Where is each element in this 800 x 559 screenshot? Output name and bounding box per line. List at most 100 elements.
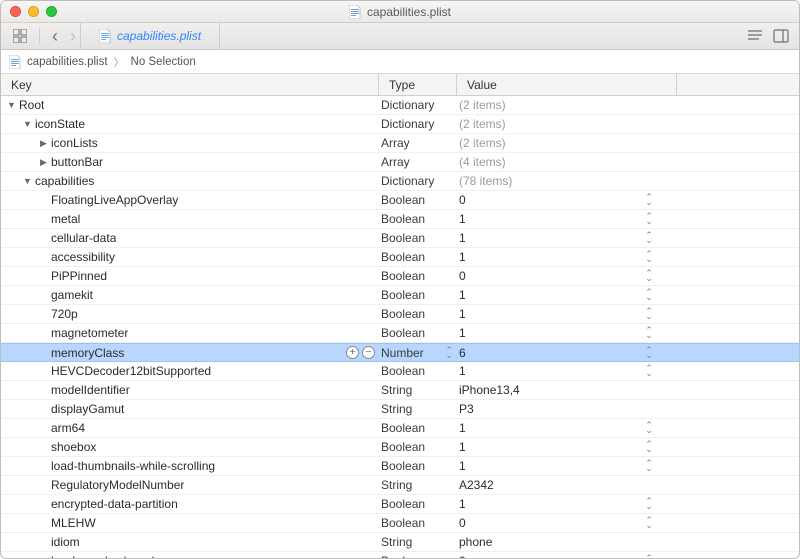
table-row[interactable]: idiomString⌃⌄phone xyxy=(1,533,799,552)
table-row[interactable]: cellular-dataBoolean⌃⌄1⌃⌄ xyxy=(1,229,799,248)
type-text: Boolean xyxy=(381,364,425,378)
value-stepper[interactable]: ⌃⌄ xyxy=(644,366,654,376)
table-row[interactable]: PiPPinnedBoolean⌃⌄0⌃⌄ xyxy=(1,267,799,286)
column-header-extra[interactable] xyxy=(677,74,799,95)
value-stepper[interactable]: ⌃⌄ xyxy=(644,252,654,262)
key-text: idiom xyxy=(51,535,80,549)
table-row[interactable]: displayGamutString⌃⌄P3 xyxy=(1,400,799,419)
table-row[interactable]: memoryClass+−Number⌃⌄6⌃⌄ xyxy=(1,343,799,362)
value-stepper[interactable]: ⌃⌄ xyxy=(644,214,654,224)
value-text: 1 xyxy=(459,212,466,226)
value-stepper[interactable]: ⌃⌄ xyxy=(644,328,654,338)
value-text: phone xyxy=(459,535,492,549)
value-text: 1 xyxy=(459,307,466,321)
value-stepper[interactable]: ⌃⌄ xyxy=(644,518,654,528)
type-text: Array xyxy=(381,136,410,150)
table-row[interactable]: ▶iconListsArray⌃⌄(2 items) xyxy=(1,134,799,153)
zoom-icon[interactable] xyxy=(46,6,57,17)
key-text: FloatingLiveAppOverlay xyxy=(51,193,178,207)
value-stepper[interactable]: ⌃⌄ xyxy=(644,423,654,433)
table-row[interactable]: modelIdentifierString⌃⌄iPhone13,4 xyxy=(1,381,799,400)
key-text: HEVCDecoder12bitSupported xyxy=(51,364,211,378)
key-text: modelIdentifier xyxy=(51,383,130,397)
stepper-down-icon: ⌄ xyxy=(645,257,653,262)
table-row[interactable]: gamekitBoolean⌃⌄1⌃⌄ xyxy=(1,286,799,305)
table-row[interactable]: shoeboxBoolean⌃⌄1⌃⌄ xyxy=(1,438,799,457)
value-stepper[interactable]: ⌃⌄ xyxy=(644,309,654,319)
stepper-down-icon: ⌄ xyxy=(645,371,653,376)
jump-bar-file[interactable]: capabilities.plist xyxy=(27,56,108,68)
type-text: Boolean xyxy=(381,326,425,340)
stepper-down-icon: ⌄ xyxy=(645,523,653,528)
table-row[interactable]: ▼RootDictionary⌃⌄(2 items) xyxy=(1,96,799,115)
value-text: (78 items) xyxy=(459,174,512,188)
value-stepper[interactable]: ⌃⌄ xyxy=(644,499,654,509)
forward-button[interactable]: › xyxy=(66,26,80,47)
adjust-editor-button[interactable] xyxy=(773,28,789,44)
key-text: memoryClass xyxy=(51,346,124,360)
key-text: displayGamut xyxy=(51,402,124,416)
table-row[interactable]: RegulatoryModelNumberString⌃⌄A2342 xyxy=(1,476,799,495)
type-popup-icon[interactable]: ⌃⌄ xyxy=(445,348,453,358)
type-text: String xyxy=(381,535,412,549)
value-stepper[interactable]: ⌃⌄ xyxy=(644,271,654,281)
table-row[interactable]: MLEHWBoolean⌃⌄0⌃⌄ xyxy=(1,514,799,533)
table-row[interactable]: ▶buttonBarArray⌃⌄(4 items) xyxy=(1,153,799,172)
value-text: 1 xyxy=(459,364,466,378)
value-text: 1 xyxy=(459,326,466,340)
key-text: cellular-data xyxy=(51,231,116,245)
column-header-key[interactable]: Key xyxy=(1,74,379,95)
xcode-plist-window: capabilities.plist ‹ › capabilities.plis… xyxy=(0,0,800,559)
column-header-type[interactable]: Type xyxy=(379,74,457,95)
table-row[interactable]: ▼capabilitiesDictionary⌃⌄(78 items) xyxy=(1,172,799,191)
type-text: String xyxy=(381,402,412,416)
related-items-button[interactable] xyxy=(9,29,31,43)
key-text: iconLists xyxy=(51,136,98,150)
column-header-value[interactable]: Value xyxy=(457,74,677,95)
stepper-down-icon: ⌄ xyxy=(645,314,653,319)
type-text: Boolean xyxy=(381,516,425,530)
table-row[interactable]: hardware-keyboardBoolean⌃⌄0⌃⌄ xyxy=(1,552,799,558)
disclosure-down-icon[interactable]: ▼ xyxy=(23,119,32,129)
table-row[interactable]: magnetometerBoolean⌃⌄1⌃⌄ xyxy=(1,324,799,343)
stepper-down-icon: ⌄ xyxy=(645,219,653,224)
value-text: (2 items) xyxy=(459,98,506,112)
value-text: 1 xyxy=(459,497,466,511)
plist-outline[interactable]: ▼RootDictionary⌃⌄(2 items)▼iconStateDict… xyxy=(1,96,799,558)
table-row[interactable]: 720pBoolean⌃⌄1⌃⌄ xyxy=(1,305,799,324)
value-stepper[interactable]: ⌃⌄ xyxy=(644,556,654,558)
table-row[interactable]: accessibilityBoolean⌃⌄1⌃⌄ xyxy=(1,248,799,267)
value-text: 1 xyxy=(459,421,466,435)
table-row[interactable]: FloatingLiveAppOverlayBoolean⌃⌄0⌃⌄ xyxy=(1,191,799,210)
value-stepper[interactable]: ⌃⌄ xyxy=(644,442,654,452)
table-row[interactable]: load-thumbnails-while-scrollingBoolean⌃⌄… xyxy=(1,457,799,476)
editor-options-button[interactable] xyxy=(747,28,763,44)
back-button[interactable]: ‹ xyxy=(48,26,62,47)
disclosure-down-icon[interactable]: ▼ xyxy=(23,176,32,186)
table-row[interactable]: encrypted-data-partitionBoolean⌃⌄1⌃⌄ xyxy=(1,495,799,514)
disclosure-down-icon[interactable]: ▼ xyxy=(7,100,16,110)
disclosure-right-icon[interactable]: ▶ xyxy=(39,157,48,168)
table-row[interactable]: ▼iconStateDictionary⌃⌄(2 items) xyxy=(1,115,799,134)
key-text: RegulatoryModelNumber xyxy=(51,478,184,492)
jump-bar-selection[interactable]: No Selection xyxy=(131,56,196,68)
value-stepper[interactable]: ⌃⌄ xyxy=(644,348,654,358)
value-text: 0 xyxy=(459,554,466,558)
table-row[interactable]: metalBoolean⌃⌄1⌃⌄ xyxy=(1,210,799,229)
value-stepper[interactable]: ⌃⌄ xyxy=(644,461,654,471)
table-row[interactable]: arm64Boolean⌃⌄1⌃⌄ xyxy=(1,419,799,438)
value-stepper[interactable]: ⌃⌄ xyxy=(644,233,654,243)
remove-row-button[interactable]: − xyxy=(362,346,375,359)
value-stepper[interactable]: ⌃⌄ xyxy=(644,195,654,205)
table-row[interactable]: HEVCDecoder12bitSupportedBoolean⌃⌄1⌃⌄ xyxy=(1,362,799,381)
type-text: Boolean xyxy=(381,212,425,226)
tab-capabilities-plist[interactable]: capabilities.plist xyxy=(80,23,220,49)
close-icon[interactable] xyxy=(10,6,21,17)
disclosure-right-icon[interactable]: ▶ xyxy=(39,138,48,149)
jump-bar[interactable]: capabilities.plist 〉 No Selection xyxy=(1,50,799,74)
value-stepper[interactable]: ⌃⌄ xyxy=(644,290,654,300)
titlebar[interactable]: capabilities.plist xyxy=(1,1,799,23)
minimize-icon[interactable] xyxy=(28,6,39,17)
add-row-button[interactable]: + xyxy=(346,346,359,359)
stepper-down-icon: ⌄ xyxy=(645,295,653,300)
